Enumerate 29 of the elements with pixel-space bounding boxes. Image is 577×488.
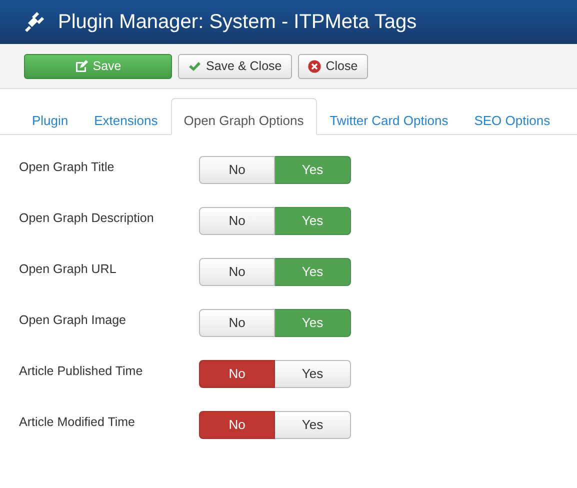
edit-icon [74, 60, 88, 72]
toggle-option[interactable]: Yes [275, 411, 351, 439]
toggle-option[interactable]: No [199, 360, 275, 388]
field-label: Open Graph Image [19, 312, 128, 329]
toggle-option[interactable]: No [199, 258, 275, 286]
toggle-option[interactable]: Yes [275, 309, 351, 337]
toggle-option[interactable]: Yes [275, 360, 351, 388]
tab[interactable]: Open Graph Options [170, 98, 317, 135]
field-label: Article Modified Time [19, 414, 136, 431]
toggle-option[interactable]: No [199, 411, 275, 439]
tab[interactable]: SEO Options [461, 98, 564, 135]
check-icon [188, 60, 201, 72]
toggle-option[interactable]: No [199, 156, 275, 184]
field-label: Open Graph Title [19, 159, 116, 176]
field-label: Open Graph Description [19, 210, 155, 227]
tab[interactable]: Extensions [81, 98, 171, 135]
field-label: Article Published Time [19, 363, 144, 380]
toggle-option[interactable]: No [199, 207, 275, 235]
tab[interactable]: Twitter Card Options [316, 98, 462, 135]
close-button[interactable]: Close [298, 54, 368, 78]
tab[interactable]: Plugin [19, 98, 82, 135]
close-icon [308, 60, 321, 72]
save-close-button[interactable]: Save & Close [178, 54, 292, 78]
field-label: Open Graph URL [19, 261, 118, 278]
toggle-option[interactable]: Yes [275, 156, 351, 184]
page-title: Plugin Manager: System - ITPMeta Tags [58, 10, 417, 34]
toggle-option[interactable]: Yes [275, 207, 351, 235]
toggle-option[interactable]: Yes [275, 258, 351, 286]
toggle-option[interactable]: No [199, 309, 275, 337]
